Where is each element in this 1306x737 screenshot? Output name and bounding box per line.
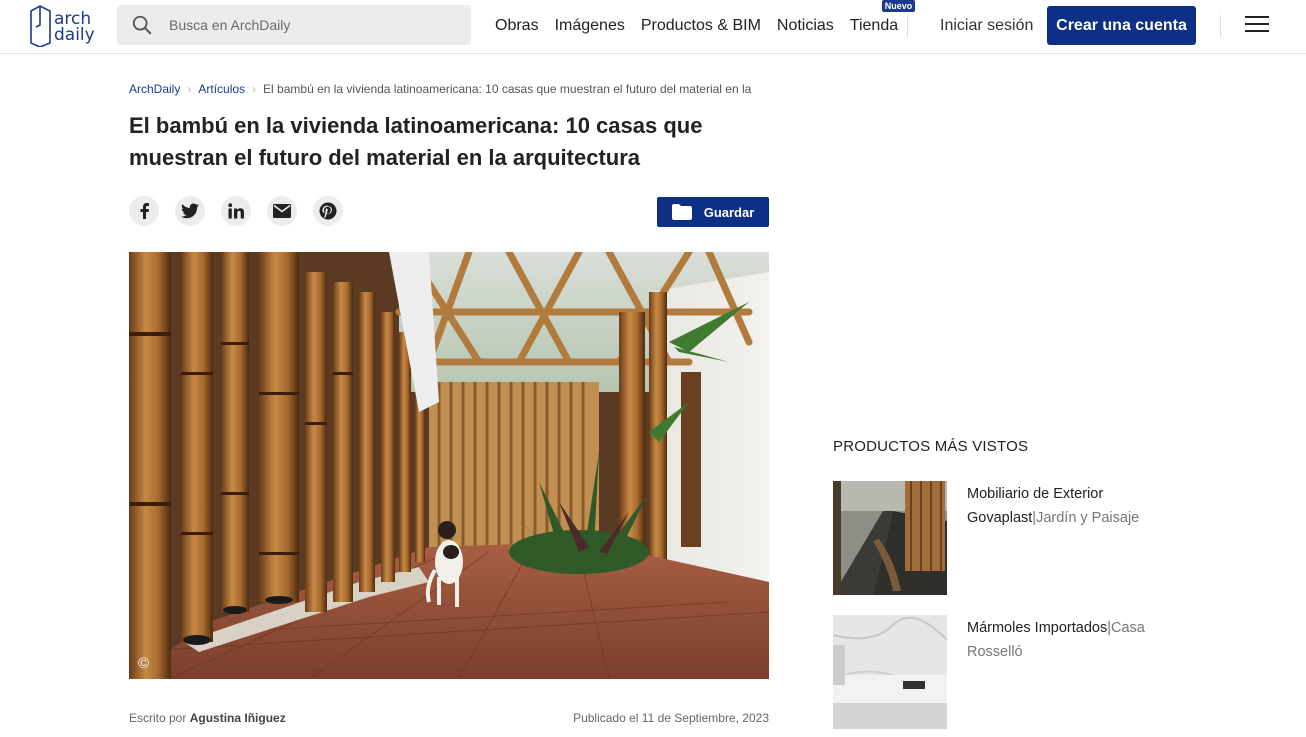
product-thumbnail <box>833 615 947 729</box>
written-by-label: Escrito por <box>129 711 187 725</box>
chevron-right-icon: › <box>252 82 257 96</box>
save-button-label: Guardar <box>703 204 755 220</box>
hamburger-menu-icon[interactable] <box>1245 16 1269 34</box>
breadcrumb-home[interactable]: ArchDaily <box>129 82 180 96</box>
nav-divider <box>907 15 908 37</box>
product-card[interactable]: Mobiliario de Exterior Govaplast|Jardín … <box>833 481 1183 595</box>
product-card[interactable]: Mármoles Importados|Casa Rosselló <box>833 615 1183 729</box>
product-category[interactable]: Jardín y Paisaje <box>1036 510 1139 526</box>
search-icon <box>132 15 152 35</box>
breadcrumb-section[interactable]: Artículos <box>198 82 245 96</box>
sidebar-title: PRODUCTOS MÁS VISTOS <box>833 438 1029 455</box>
product-name[interactable]: Mármoles Importados <box>967 620 1107 636</box>
breadcrumb: ArchDaily › Artículos › El bambú en la vivie… <box>129 82 769 96</box>
hero-image[interactable] <box>129 252 769 679</box>
site-header: arch daily Obras Imágenes Productos & BI… <box>0 0 1306 54</box>
facebook-icon[interactable] <box>129 196 159 226</box>
search-input[interactable] <box>169 17 449 33</box>
linkedin-icon[interactable] <box>221 196 251 226</box>
product-text: Mobiliario de Exterior Govaplast|Jardín … <box>967 482 1177 530</box>
search-bar[interactable] <box>117 5 471 45</box>
menu-divider <box>1220 15 1221 37</box>
login-link[interactable]: Iniciar sesión <box>940 17 1033 35</box>
new-badge: Nuevo <box>881 0 916 12</box>
nav-item-obras[interactable]: Obras <box>495 17 539 35</box>
save-button[interactable]: Guardar <box>657 197 769 227</box>
main-nav: Obras Imágenes Productos & BIM Noticias … <box>495 0 916 52</box>
logo-text: arch daily <box>54 9 95 45</box>
article-title: El bambú en la vivienda latinoamericana:… <box>129 113 703 170</box>
archdaily-logo[interactable]: arch daily <box>28 5 98 47</box>
author-line: Escrito por Agustina Iñiguez <box>129 711 286 725</box>
product-text: Mármoles Importados|Casa Rosselló <box>967 616 1177 664</box>
author-name[interactable]: Agustina Iñiguez <box>190 711 286 725</box>
image-credit: © <box>138 655 150 672</box>
pinterest-icon[interactable] <box>313 196 343 226</box>
bamboo-corridor-photo <box>129 252 769 679</box>
nav-item-imagenes[interactable]: Imágenes <box>555 17 625 35</box>
nav-item-tienda-label: Tienda <box>849 17 899 34</box>
nav-item-tienda[interactable]: Tienda Nuevo <box>849 0 916 35</box>
signup-button[interactable]: Crear una cuenta <box>1047 6 1196 45</box>
mail-icon[interactable] <box>267 196 297 226</box>
folder-icon <box>671 204 692 220</box>
twitter-icon[interactable] <box>175 196 205 226</box>
product-thumbnail <box>833 481 947 595</box>
nav-item-productos-bim[interactable]: Productos & BIM <box>641 17 761 35</box>
breadcrumb-current: El bambú en la vivienda latinoamericana:… <box>263 82 752 96</box>
nav-item-noticias[interactable]: Noticias <box>777 17 834 35</box>
chevron-right-icon: › <box>187 82 192 96</box>
share-bar <box>129 196 359 226</box>
published-date: Publicado el 11 de Septiembre, 2023 <box>573 711 769 725</box>
